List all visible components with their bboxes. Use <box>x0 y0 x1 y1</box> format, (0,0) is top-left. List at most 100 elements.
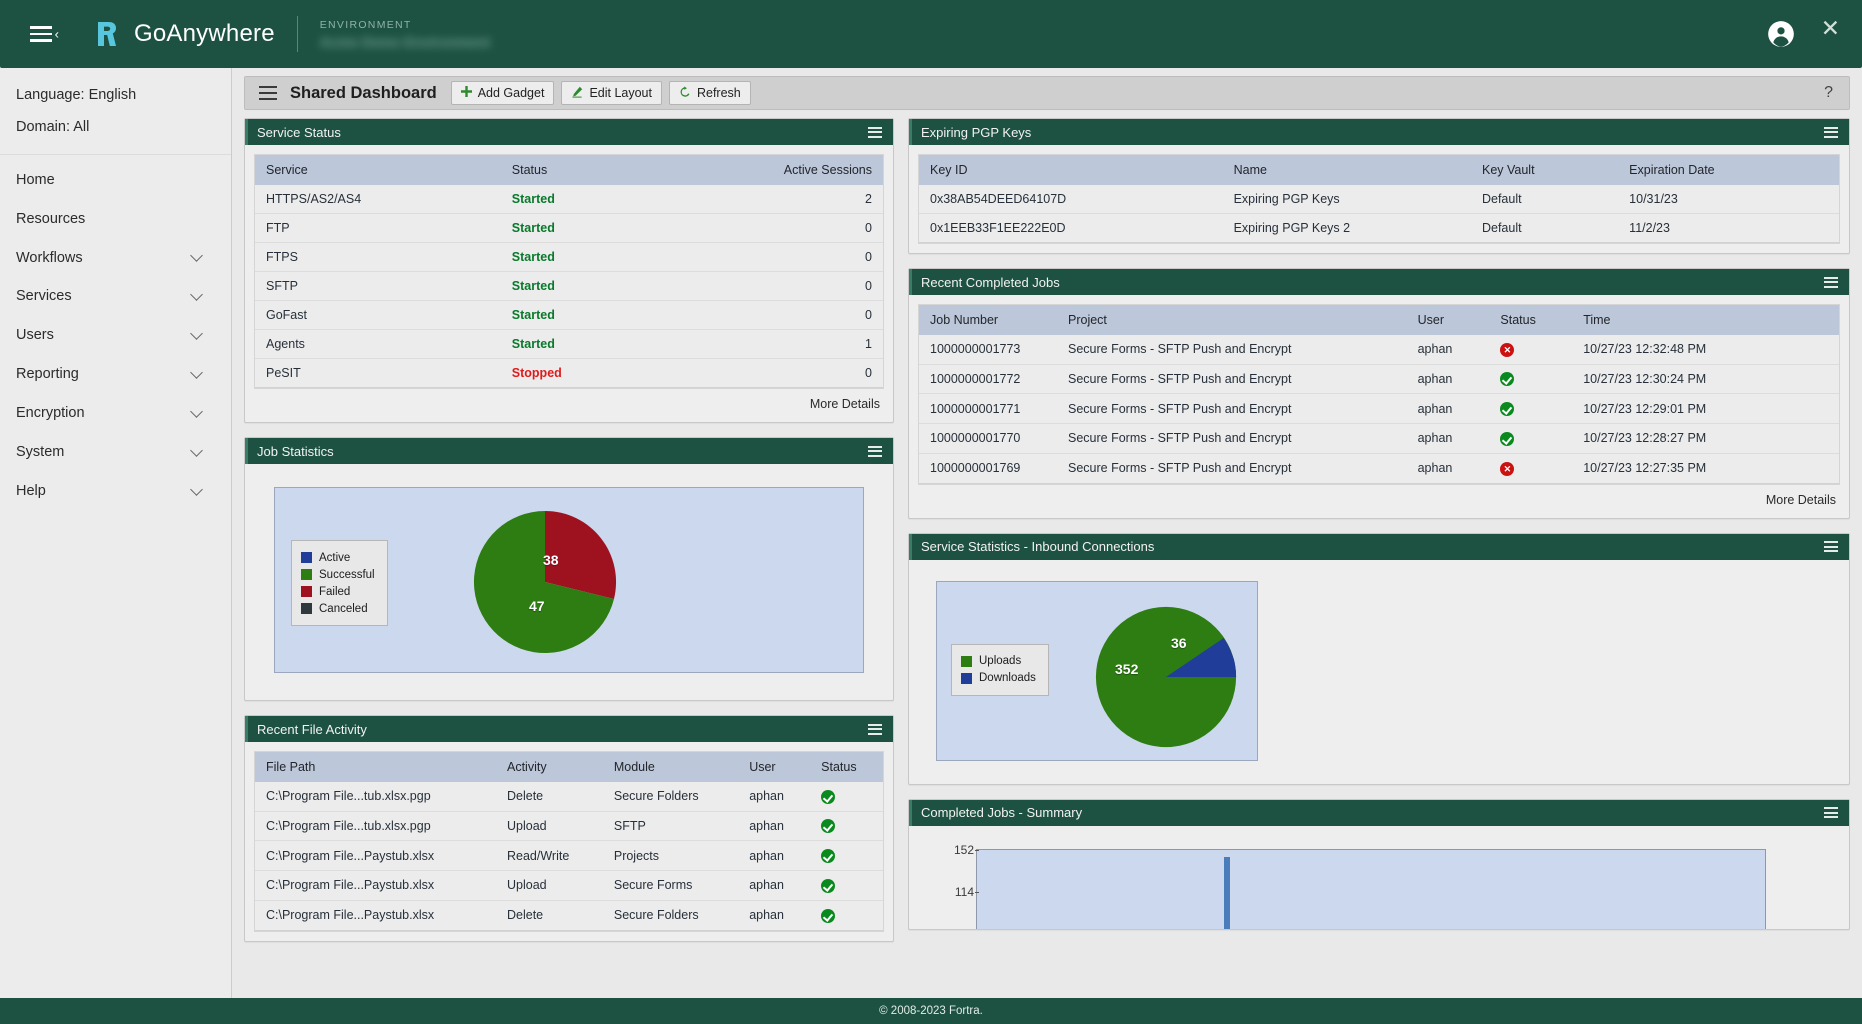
table-row[interactable]: 1000000001769 Secure Forms - SFTP Push a… <box>919 453 1839 483</box>
column-header-module[interactable]: Module <box>603 752 738 782</box>
legend-swatch-failed <box>301 586 312 597</box>
cell-service: FTPS <box>255 243 501 272</box>
column-header-file-path[interactable]: File Path <box>255 752 496 782</box>
legend-item[interactable]: Downloads <box>961 670 1036 687</box>
service-statistics-chart: Uploads Downloads <box>936 581 1258 761</box>
panel-menu-icon[interactable] <box>866 443 884 460</box>
column-header-expiration-date[interactable]: Expiration Date <box>1618 155 1839 185</box>
column-header-user[interactable]: User <box>1407 305 1490 335</box>
panel-body: Active Successful Failed <box>245 464 893 700</box>
column-header-service[interactable]: Service <box>255 155 501 185</box>
column-header-status[interactable]: Status <box>810 752 883 782</box>
table-row[interactable]: C:\Program File...tub.xlsx.pgp Delete Se… <box>255 782 883 811</box>
sidebar-item-system[interactable]: System <box>0 433 231 472</box>
status-ok-icon <box>821 819 835 833</box>
cell-user: aphan <box>738 871 810 901</box>
column-header-project[interactable]: Project <box>1057 305 1407 335</box>
table-row[interactable]: SFTP Started 0 <box>255 272 883 301</box>
job-statistics-pie[interactable]: 38 47 <box>471 508 619 661</box>
panel-menu-icon[interactable] <box>866 124 884 141</box>
cell-user: aphan <box>1407 453 1490 483</box>
legend-label: Uploads <box>979 655 1021 667</box>
cell-name: Expiring PGP Keys 2 <box>1223 214 1471 243</box>
cell-user: aphan <box>1407 335 1490 364</box>
sidebar-language[interactable]: Language: English <box>0 80 231 112</box>
help-icon[interactable]: ? <box>1824 84 1839 102</box>
sidebar-item-reporting[interactable]: Reporting <box>0 355 231 394</box>
chevron-down-icon <box>190 250 203 263</box>
table-row[interactable]: 0x1EEB33F1EE222E0D Expiring PGP Keys 2 D… <box>919 214 1839 243</box>
column-header-name[interactable]: Name <box>1223 155 1471 185</box>
column-header-activity[interactable]: Activity <box>496 752 603 782</box>
panel-menu-icon[interactable] <box>1822 124 1840 141</box>
sidebar-item-workflows[interactable]: Workflows <box>0 239 231 278</box>
dashboard-menu-icon[interactable] <box>259 86 277 101</box>
add-gadget-button[interactable]: Add Gadget <box>451 81 555 105</box>
table-row[interactable]: HTTPS/AS2/AS4 Started 2 <box>255 185 883 214</box>
table-row[interactable]: 1000000001770 Secure Forms - SFTP Push a… <box>919 424 1839 454</box>
table-row[interactable]: GoFast Started 0 <box>255 301 883 330</box>
panel-menu-icon[interactable] <box>1822 804 1840 821</box>
more-details-link[interactable]: More Details <box>918 485 1840 509</box>
panel-menu-icon[interactable] <box>1822 538 1840 555</box>
cell-job-number: 1000000001773 <box>919 335 1057 364</box>
column-header-time[interactable]: Time <box>1572 305 1839 335</box>
column-header-job-number[interactable]: Job Number <box>919 305 1057 335</box>
legend-swatch-downloads <box>961 673 972 684</box>
column-header-key-vault[interactable]: Key Vault <box>1471 155 1618 185</box>
table-row[interactable]: PeSIT Stopped 0 <box>255 359 883 388</box>
close-icon[interactable]: ✕ <box>1821 17 1842 40</box>
legend-item[interactable]: Uploads <box>961 653 1036 670</box>
table-row[interactable]: 0x38AB54DEED64107D Expiring PGP Keys Def… <box>919 185 1839 214</box>
legend-label: Active <box>319 552 350 564</box>
brand-name: GoAnywhere <box>134 20 275 48</box>
status-ok-icon <box>1500 402 1514 416</box>
refresh-button[interactable]: Refresh <box>669 81 751 105</box>
panel-menu-icon[interactable] <box>866 721 884 738</box>
legend-item[interactable]: Canceled <box>301 600 375 617</box>
panel-header: Completed Jobs - Summary <box>909 800 1849 826</box>
legend-swatch-successful <box>301 569 312 580</box>
service-status-table: Service Status Active Sessions HTTPS/AS2… <box>255 155 883 388</box>
chevron-down-icon <box>190 405 203 418</box>
more-details-link[interactable]: More Details <box>254 389 884 413</box>
table-row[interactable]: 1000000001772 Secure Forms - SFTP Push a… <box>919 364 1839 394</box>
table-row[interactable]: 1000000001773 Secure Forms - SFTP Push a… <box>919 335 1839 364</box>
table-row[interactable]: Agents Started 1 <box>255 330 883 359</box>
sidebar-item-home[interactable]: Home <box>0 161 231 200</box>
column-header-status[interactable]: Status <box>501 155 652 185</box>
column-header-user[interactable]: User <box>738 752 810 782</box>
table-row[interactable]: C:\Program File...Paystub.xlsx Delete Se… <box>255 900 883 930</box>
sidebar-item-encryption[interactable]: Encryption <box>0 394 231 433</box>
legend-item[interactable]: Successful <box>301 566 375 583</box>
sidebar-item-users[interactable]: Users <box>0 316 231 355</box>
account-circle-icon[interactable] <box>1767 20 1795 48</box>
column-header-active-sessions[interactable]: Active Sessions <box>652 155 883 185</box>
cell-user: aphan <box>738 782 810 811</box>
panel-menu-icon[interactable] <box>1822 274 1840 291</box>
hamburger-collapse-icon[interactable]: ‹ <box>24 17 58 51</box>
column-header-status[interactable]: Status <box>1489 305 1572 335</box>
bar-series-item[interactable] <box>1224 857 1230 929</box>
sidebar-item-help[interactable]: Help <box>0 472 231 511</box>
legend-item[interactable]: Failed <box>301 583 375 600</box>
panel-title: Recent File Activity <box>257 722 367 737</box>
status-error-icon <box>1500 343 1514 357</box>
legend-item[interactable]: Active <box>301 549 375 566</box>
cell-activity: Delete <box>496 782 603 811</box>
table-row[interactable]: FTPS Started 0 <box>255 243 883 272</box>
sidebar-item-resources[interactable]: Resources <box>0 200 231 239</box>
sidebar-domain[interactable]: Domain: All <box>0 112 231 144</box>
table-row[interactable]: C:\Program File...tub.xlsx.pgp Upload SF… <box>255 811 883 841</box>
column-header-key-id[interactable]: Key ID <box>919 155 1223 185</box>
panel-title: Service Statistics - Inbound Connections <box>921 539 1154 554</box>
cell-project: Secure Forms - SFTP Push and Encrypt <box>1057 335 1407 364</box>
chevron-down-icon <box>190 327 203 340</box>
table-row[interactable]: C:\Program File...Paystub.xlsx Upload Se… <box>255 871 883 901</box>
table-row[interactable]: 1000000001771 Secure Forms - SFTP Push a… <box>919 394 1839 424</box>
table-row[interactable]: C:\Program File...Paystub.xlsx Read/Writ… <box>255 841 883 871</box>
service-statistics-pie[interactable]: 36 352 <box>1093 604 1239 755</box>
edit-layout-button[interactable]: Edit Layout <box>561 81 662 105</box>
sidebar-item-services[interactable]: Services <box>0 277 231 316</box>
table-row[interactable]: FTP Started 0 <box>255 214 883 243</box>
